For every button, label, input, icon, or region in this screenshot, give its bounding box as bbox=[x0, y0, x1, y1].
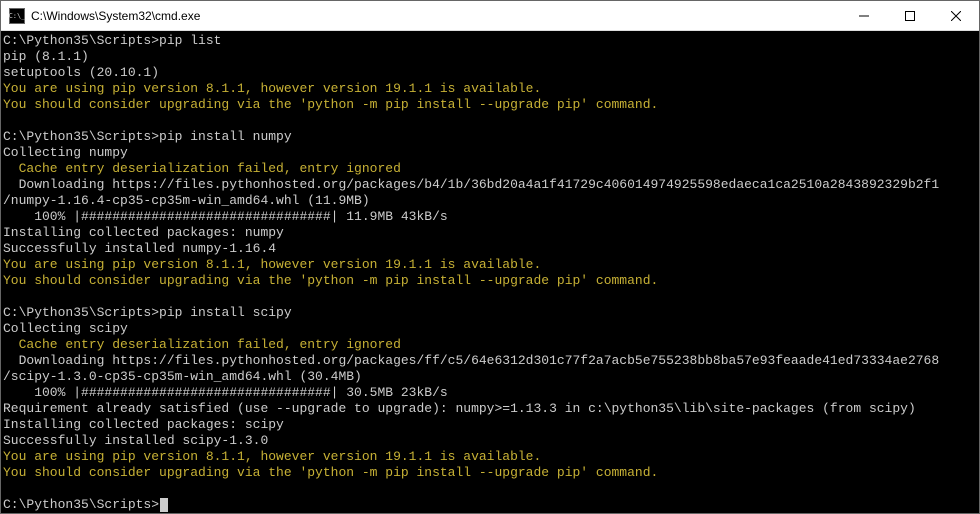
terminal-output[interactable]: C:\Python35\Scripts>pip listpip (8.1.1)s… bbox=[1, 31, 979, 513]
cmd-window: C:\_ C:\Windows\System32\cmd.exe C:\Pyth… bbox=[0, 0, 980, 514]
progress-line: 100% |################################| … bbox=[3, 385, 975, 401]
output-line: setuptools (20.10.1) bbox=[3, 65, 975, 81]
cursor bbox=[160, 498, 168, 512]
prompt: C:\Python35\Scripts> bbox=[3, 129, 159, 144]
output-line: /numpy-1.16.4-cp35-cp35m-win_amd64.whl (… bbox=[3, 193, 975, 209]
output-line: pip (8.1.1) bbox=[3, 49, 975, 65]
output-line: Downloading https://files.pythonhosted.o… bbox=[3, 177, 975, 193]
warning-line: You should consider upgrading via the 'p… bbox=[3, 97, 975, 113]
blank-line bbox=[3, 113, 975, 129]
command-text: pip install scipy bbox=[159, 305, 292, 320]
output-line: Downloading https://files.pythonhosted.o… bbox=[3, 353, 975, 369]
warning-line: Cache entry deserialization failed, entr… bbox=[3, 337, 975, 353]
warning-line: You should consider upgrading via the 'p… bbox=[3, 465, 975, 481]
blank-line bbox=[3, 481, 975, 497]
output-line: Successfully installed numpy-1.16.4 bbox=[3, 241, 975, 257]
progress-line: 100% |################################| … bbox=[3, 209, 975, 225]
warning-line: You are using pip version 8.1.1, however… bbox=[3, 449, 975, 465]
warning-line: You are using pip version 8.1.1, however… bbox=[3, 257, 975, 273]
prompt: C:\Python35\Scripts> bbox=[3, 33, 159, 48]
maximize-button[interactable] bbox=[887, 1, 933, 30]
output-line: Installing collected packages: scipy bbox=[3, 417, 975, 433]
titlebar-controls bbox=[841, 1, 979, 30]
cmd-icon: C:\_ bbox=[9, 8, 25, 24]
command-text: pip list bbox=[159, 33, 221, 48]
output-line: Successfully installed scipy-1.3.0 bbox=[3, 433, 975, 449]
window-title: C:\Windows\System32\cmd.exe bbox=[31, 9, 841, 23]
output-line: Requirement already satisfied (use --upg… bbox=[3, 401, 975, 417]
minimize-button[interactable] bbox=[841, 1, 887, 30]
command-text: pip install numpy bbox=[159, 129, 292, 144]
prompt: C:\Python35\Scripts> bbox=[3, 497, 159, 512]
warning-line: Cache entry deserialization failed, entr… bbox=[3, 161, 975, 177]
output-line: Collecting numpy bbox=[3, 145, 975, 161]
output-line: Installing collected packages: numpy bbox=[3, 225, 975, 241]
blank-line bbox=[3, 289, 975, 305]
warning-line: You are using pip version 8.1.1, however… bbox=[3, 81, 975, 97]
close-button[interactable] bbox=[933, 1, 979, 30]
warning-line: You should consider upgrading via the 'p… bbox=[3, 273, 975, 289]
output-line: Collecting scipy bbox=[3, 321, 975, 337]
output-line: /scipy-1.3.0-cp35-cp35m-win_amd64.whl (3… bbox=[3, 369, 975, 385]
prompt: C:\Python35\Scripts> bbox=[3, 305, 159, 320]
titlebar[interactable]: C:\_ C:\Windows\System32\cmd.exe bbox=[1, 1, 979, 31]
